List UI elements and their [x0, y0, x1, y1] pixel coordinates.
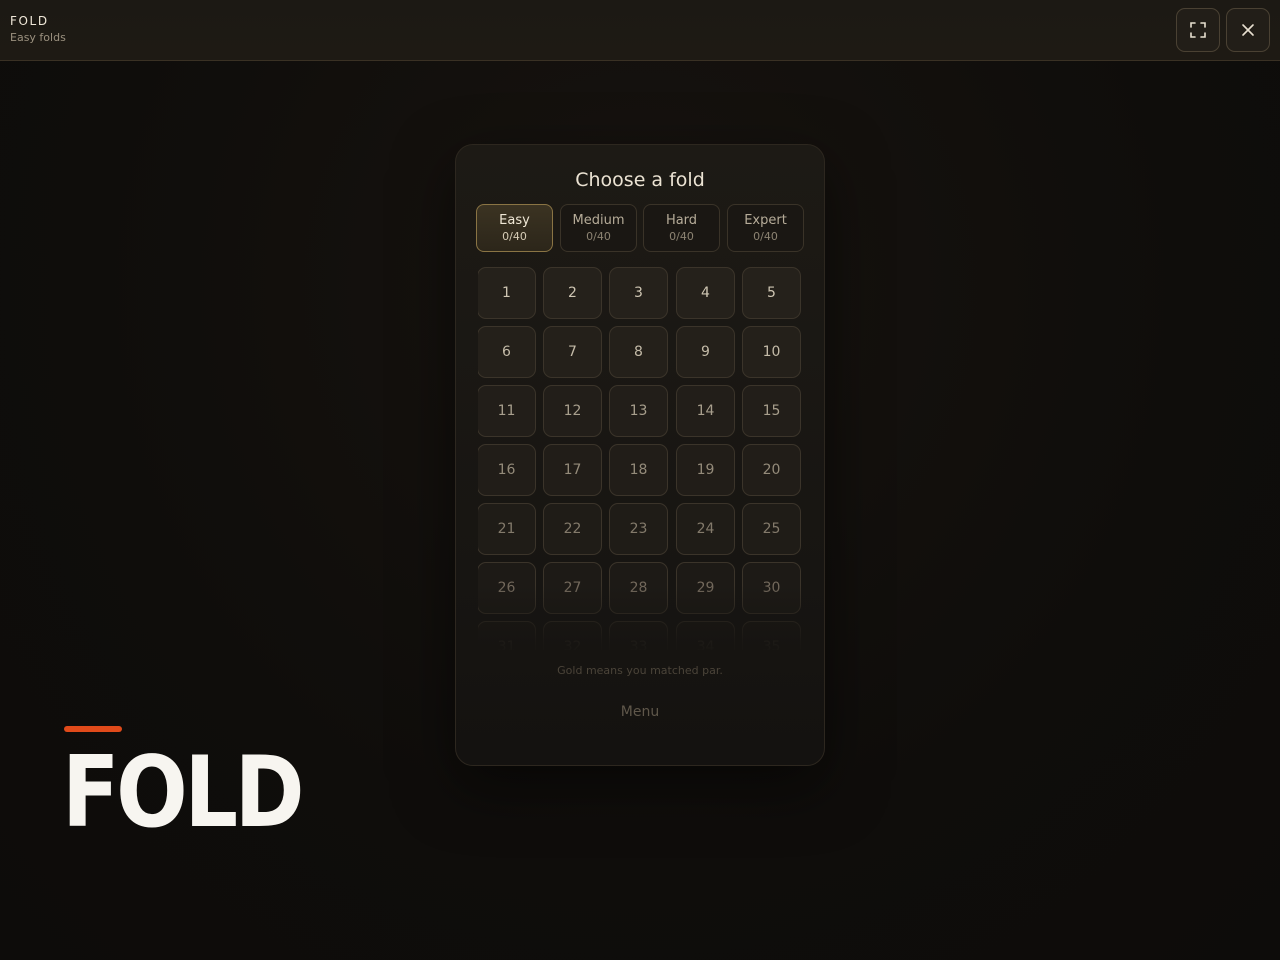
level-button-17[interactable]: 17: [543, 444, 602, 496]
level-button-13[interactable]: 13: [609, 385, 668, 437]
level-button-9[interactable]: 9: [676, 326, 735, 378]
app-subtitle: Easy folds: [10, 31, 66, 44]
tab-expert[interactable]: Expert 0/40: [727, 204, 804, 252]
tab-progress: 0/40: [669, 230, 694, 243]
level-button-32[interactable]: 32: [543, 621, 602, 650]
level-button-27[interactable]: 27: [543, 562, 602, 614]
close-button[interactable]: [1226, 8, 1270, 52]
level-button-35[interactable]: 35: [742, 621, 801, 650]
level-button-16[interactable]: 16: [478, 444, 536, 496]
level-button-20[interactable]: 20: [742, 444, 801, 496]
level-button-7[interactable]: 7: [543, 326, 602, 378]
level-button-23[interactable]: 23: [609, 503, 668, 555]
tab-label: Medium: [572, 213, 625, 228]
logo: FOLD: [62, 736, 305, 850]
level-button-30[interactable]: 30: [742, 562, 801, 614]
level-button-8[interactable]: 8: [609, 326, 668, 378]
level-button-26[interactable]: 26: [478, 562, 536, 614]
level-button-1[interactable]: 1: [478, 267, 536, 319]
level-button-22[interactable]: 22: [543, 503, 602, 555]
tab-label: Expert: [744, 213, 787, 228]
menu-button[interactable]: Menu: [590, 697, 690, 727]
level-button-10[interactable]: 10: [742, 326, 801, 378]
close-icon: [1242, 24, 1254, 36]
level-button-2[interactable]: 2: [543, 267, 602, 319]
level-button-4[interactable]: 4: [676, 267, 735, 319]
fullscreen-icon: [1190, 22, 1206, 38]
level-button-11[interactable]: 11: [478, 385, 536, 437]
level-button-6[interactable]: 6: [478, 326, 536, 378]
level-button-15[interactable]: 15: [742, 385, 801, 437]
level-button-31[interactable]: 31: [478, 621, 536, 650]
tab-medium[interactable]: Medium 0/40: [560, 204, 637, 252]
tab-progress: 0/40: [502, 230, 527, 243]
level-button-33[interactable]: 33: [609, 621, 668, 650]
level-button-3[interactable]: 3: [609, 267, 668, 319]
tab-label: Hard: [665, 213, 698, 228]
level-button-28[interactable]: 28: [609, 562, 668, 614]
difficulty-tabs: Easy 0/40 Medium 0/40 Hard 0/40 Expert 0…: [476, 204, 805, 252]
level-button-29[interactable]: 29: [676, 562, 735, 614]
top-bar: FOLD Easy folds: [0, 0, 1280, 61]
level-grid: 1 2 3 4 5 6 7 8 9 10 11 12 13 14 15 16 17 18 19 20 21 22 23 24 2…: [478, 267, 804, 650]
tab-progress: 0/40: [753, 230, 778, 243]
level-button-19[interactable]: 19: [676, 444, 735, 496]
tab-easy[interactable]: Easy 0/40: [476, 204, 553, 252]
par-hint: Gold means you matched par.: [557, 664, 723, 677]
level-button-14[interactable]: 14: [676, 385, 735, 437]
level-button-34[interactable]: 34: [676, 621, 735, 650]
level-button-12[interactable]: 12: [543, 385, 602, 437]
level-select-panel: Choose a fold Easy 0/40 Medium 0/40 Hard…: [455, 144, 825, 766]
level-button-21[interactable]: 21: [478, 503, 536, 555]
level-button-5[interactable]: 5: [742, 267, 801, 319]
level-button-24[interactable]: 24: [676, 503, 735, 555]
tab-hard[interactable]: Hard 0/40: [643, 204, 720, 252]
tab-progress: 0/40: [586, 230, 611, 243]
level-button-25[interactable]: 25: [742, 503, 801, 555]
app-title: FOLD: [10, 14, 49, 28]
tab-label: Easy: [499, 213, 530, 228]
fullscreen-button[interactable]: [1176, 8, 1220, 52]
level-button-18[interactable]: 18: [609, 444, 668, 496]
panel-title: Choose a fold: [575, 169, 705, 191]
logo-accent-bar: [64, 726, 122, 732]
